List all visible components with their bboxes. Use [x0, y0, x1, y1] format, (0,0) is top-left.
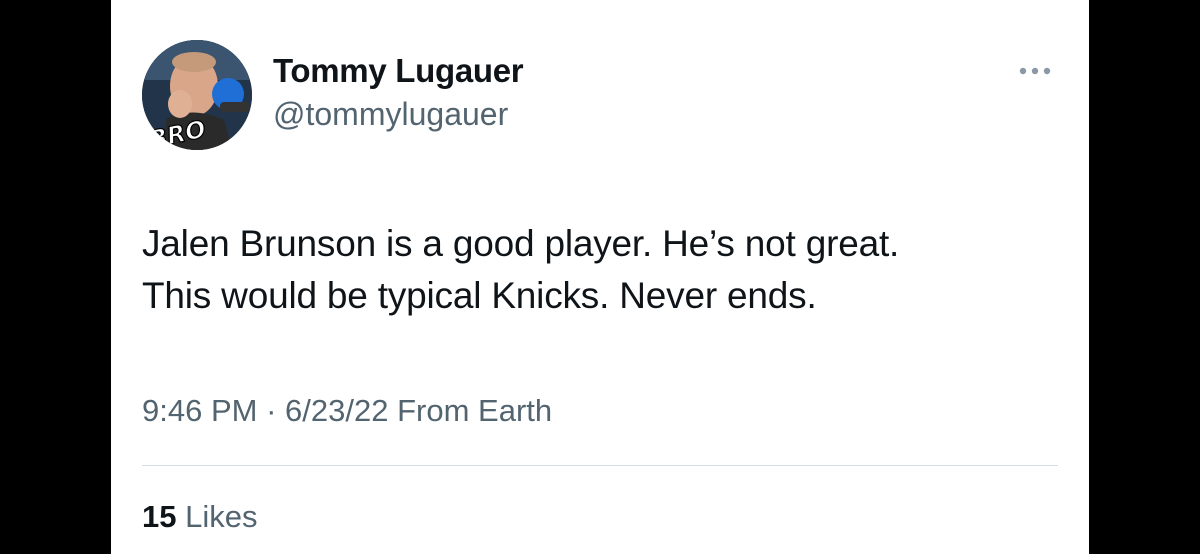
likes-label: Likes [185, 499, 258, 534]
author-handle[interactable]: @tommylugauer [273, 96, 508, 133]
tweet-time[interactable]: 9:46 PM [142, 393, 257, 428]
more-options-button[interactable] [1013, 56, 1057, 86]
tweet-text: Jalen Brunson is a good player. He’s not… [142, 218, 1062, 322]
likes-link[interactable]: 15 Likes [142, 499, 257, 535]
tweet-text-line: Jalen Brunson is a good player. He’s not… [142, 223, 900, 264]
avatar-image: BRO [142, 40, 252, 150]
divider [142, 465, 1058, 466]
tweet-date[interactable]: 6/23/22 [285, 393, 388, 428]
tweet-source: From Earth [397, 393, 553, 428]
tweet-text-line: This would be typical Knicks. Never ends… [142, 275, 817, 316]
tweet-meta: 9:46 PM · 6/23/22 From Earth [142, 393, 552, 429]
avatar[interactable]: BRO [142, 40, 252, 150]
meta-separator: · [266, 393, 277, 428]
likes-count: 15 [142, 499, 177, 534]
tweet-card: BRO Tommy Lugauer @tommylugauer Jalen Br… [111, 0, 1089, 554]
author-display-name[interactable]: Tommy Lugauer [273, 52, 524, 90]
more-horizontal-icon [1019, 67, 1051, 75]
